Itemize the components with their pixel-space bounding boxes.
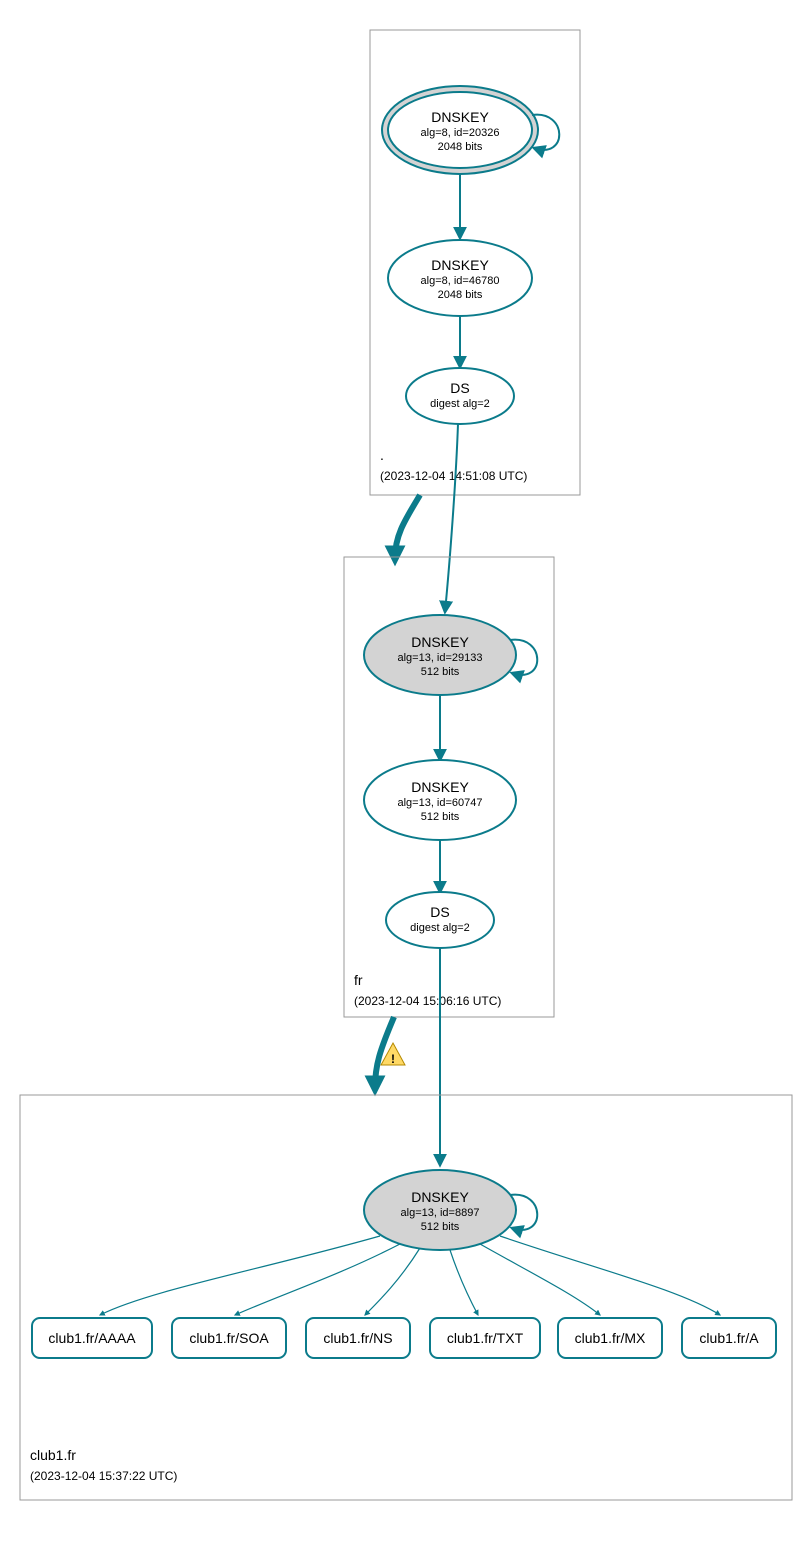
- record-aaaa[interactable]: club1.fr/AAAA: [32, 1318, 152, 1358]
- fr-ds-node[interactable]: DS digest alg=2: [386, 892, 494, 948]
- edge-ksk-ns: [365, 1248, 420, 1315]
- edge-ksk-mx: [480, 1244, 600, 1315]
- fr-zsk-node[interactable]: DNSKEY alg=13, id=60747 512 bits: [364, 760, 516, 840]
- zone-fr-label: fr: [354, 972, 363, 988]
- zone-fr: fr (2023-12-04 15:06:16 UTC) DNSKEY alg=…: [344, 557, 554, 1017]
- svg-text:club1.fr/MX: club1.fr/MX: [575, 1330, 646, 1346]
- svg-text:DNSKEY: DNSKEY: [411, 634, 469, 650]
- svg-text:alg=8, id=46780: alg=8, id=46780: [421, 275, 500, 287]
- zone-fr-timestamp: (2023-12-04 15:06:16 UTC): [354, 994, 501, 1008]
- svg-text:club1.fr/TXT: club1.fr/TXT: [447, 1330, 524, 1346]
- svg-text:DNSKEY: DNSKEY: [411, 1189, 469, 1205]
- svg-text:DNSKEY: DNSKEY: [431, 109, 489, 125]
- edge-ksk-txt: [450, 1250, 478, 1315]
- club1-ksk-node[interactable]: DNSKEY alg=13, id=8897 512 bits: [364, 1170, 516, 1250]
- root-zsk-node[interactable]: DNSKEY alg=8, id=46780 2048 bits: [388, 240, 532, 316]
- svg-text:alg=8, id=20326: alg=8, id=20326: [421, 127, 500, 139]
- record-mx[interactable]: club1.fr/MX: [558, 1318, 662, 1358]
- svg-text:DS: DS: [430, 904, 449, 920]
- svg-text:512 bits: 512 bits: [421, 1221, 460, 1233]
- zone-root: . (2023-12-04 14:51:08 UTC) DNSKEY alg=8…: [370, 30, 580, 495]
- svg-text:2048 bits: 2048 bits: [438, 289, 483, 301]
- fr-ksk-node[interactable]: DNSKEY alg=13, id=29133 512 bits: [364, 615, 516, 695]
- record-txt[interactable]: club1.fr/TXT: [430, 1318, 540, 1358]
- root-ksk-node[interactable]: DNSKEY alg=8, id=20326 2048 bits: [382, 86, 538, 174]
- record-a[interactable]: club1.fr/A: [682, 1318, 776, 1358]
- root-ds-node[interactable]: DS digest alg=2: [406, 368, 514, 424]
- edge-ksk-a: [500, 1236, 720, 1315]
- svg-text:DNSKEY: DNSKEY: [431, 257, 489, 273]
- svg-text:club1.fr/NS: club1.fr/NS: [323, 1330, 392, 1346]
- svg-text:alg=13, id=29133: alg=13, id=29133: [397, 652, 482, 664]
- zone-club1: club1.fr (2023-12-04 15:37:22 UTC) DNSKE…: [20, 1095, 792, 1500]
- svg-text:club1.fr/AAAA: club1.fr/AAAA: [48, 1330, 136, 1346]
- svg-text:512 bits: 512 bits: [421, 666, 460, 678]
- edge-root-ds-to-fr-ksk: [445, 424, 458, 612]
- record-ns[interactable]: club1.fr/NS: [306, 1318, 410, 1358]
- svg-text:DS: DS: [450, 380, 469, 396]
- svg-text:DNSKEY: DNSKEY: [411, 779, 469, 795]
- edge-ksk-aaaa: [100, 1236, 380, 1315]
- svg-text:!: !: [391, 1052, 395, 1066]
- zone-root-label: .: [380, 447, 384, 463]
- edge-root-to-fr-thick: [395, 495, 420, 558]
- svg-text:club1.fr/A: club1.fr/A: [699, 1330, 759, 1346]
- record-soa[interactable]: club1.fr/SOA: [172, 1318, 286, 1358]
- zone-club1-timestamp: (2023-12-04 15:37:22 UTC): [30, 1469, 177, 1483]
- svg-text:2048 bits: 2048 bits: [438, 141, 483, 153]
- zone-root-timestamp: (2023-12-04 14:51:08 UTC): [380, 469, 527, 483]
- svg-text:digest alg=2: digest alg=2: [410, 922, 470, 934]
- svg-text:512 bits: 512 bits: [421, 811, 460, 823]
- svg-text:club1.fr/SOA: club1.fr/SOA: [189, 1330, 269, 1346]
- svg-text:alg=13, id=8897: alg=13, id=8897: [401, 1207, 480, 1219]
- svg-text:alg=13, id=60747: alg=13, id=60747: [397, 797, 482, 809]
- svg-text:digest alg=2: digest alg=2: [430, 398, 490, 410]
- zone-club1-label: club1.fr: [30, 1447, 76, 1463]
- dnssec-graph: . (2023-12-04 14:51:08 UTC) DNSKEY alg=8…: [0, 0, 812, 1552]
